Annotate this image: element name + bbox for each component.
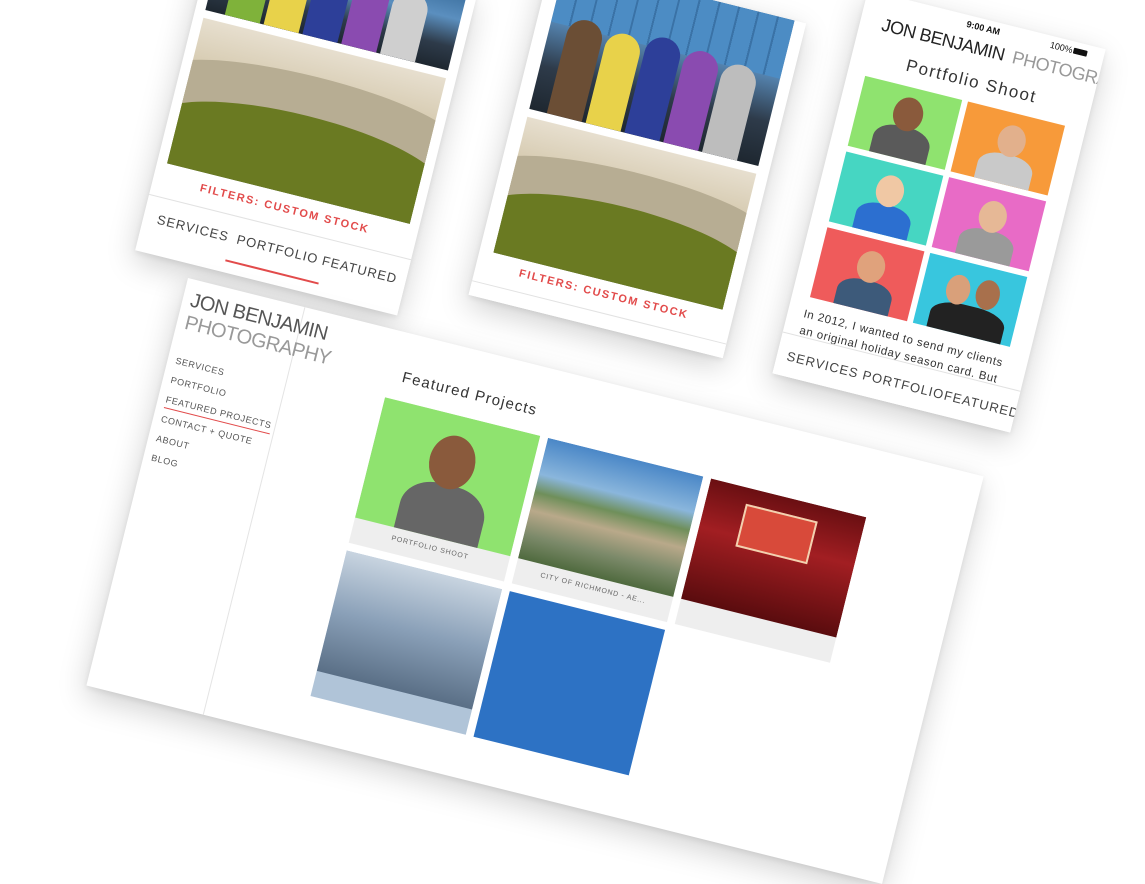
portrait-tile[interactable] [809, 227, 925, 322]
tab-featured[interactable]: FEATURED [942, 388, 1020, 421]
tab-portfolio[interactable]: PORTFOLIO [235, 232, 320, 267]
portrait-tile[interactable] [912, 252, 1028, 347]
phone-screen-1: FILTERS: CUSTOM STOCK SERVICES PORTFOLIO… [135, 0, 477, 316]
status-time: 9:00 AM [965, 19, 1002, 38]
tab-services[interactable]: SERVICES [478, 298, 553, 330]
project-card-event[interactable] [674, 478, 867, 663]
phone-screen-3: 9:00 AM 100% JON BENJAMIN PHOTOGRAPHY Po… [772, 0, 1106, 433]
battery-icon [1072, 47, 1088, 57]
project-card-aerial[interactable] [473, 591, 666, 776]
tab-featured[interactable]: FEATURED [640, 338, 718, 358]
project-image [316, 550, 503, 710]
tab-featured[interactable]: FEATURED [320, 253, 398, 286]
nav-services[interactable]: SERVICES [174, 356, 225, 378]
nav-about[interactable]: ABOUT [155, 433, 190, 451]
project-card-city-of-richmond[interactable]: CITY OF RICHMOND - AE... [511, 437, 704, 623]
project-card-portfolio-shoot[interactable]: PORTFOLIO SHOOT [348, 397, 541, 582]
nav-portfolio[interactable]: PORTFOLIO [170, 375, 228, 399]
battery-percent: 100% [1048, 39, 1074, 56]
phone-screen-2: FILTERS: CUSTOM STOCK SERVICES PORTFOLIO… [468, 0, 807, 359]
tab-portfolio[interactable]: PORTFOLIO [556, 317, 641, 352]
tab-services[interactable]: SERVICES [785, 349, 860, 381]
tab-services[interactable]: SERVICES [156, 212, 231, 244]
nav-blog[interactable]: BLOG [150, 453, 179, 469]
sidebar: JON BENJAMIN PHOTOGRAPHY SERVICES PORTFO… [86, 278, 333, 715]
project-image [681, 478, 867, 638]
logo: JON BENJAMIN PHOTOGRAPHY [182, 290, 338, 371]
project-card-street[interactable] [310, 550, 503, 735]
tab-portfolio[interactable]: PORTFOLIO [861, 367, 946, 402]
portfolio-grid [809, 75, 1067, 348]
